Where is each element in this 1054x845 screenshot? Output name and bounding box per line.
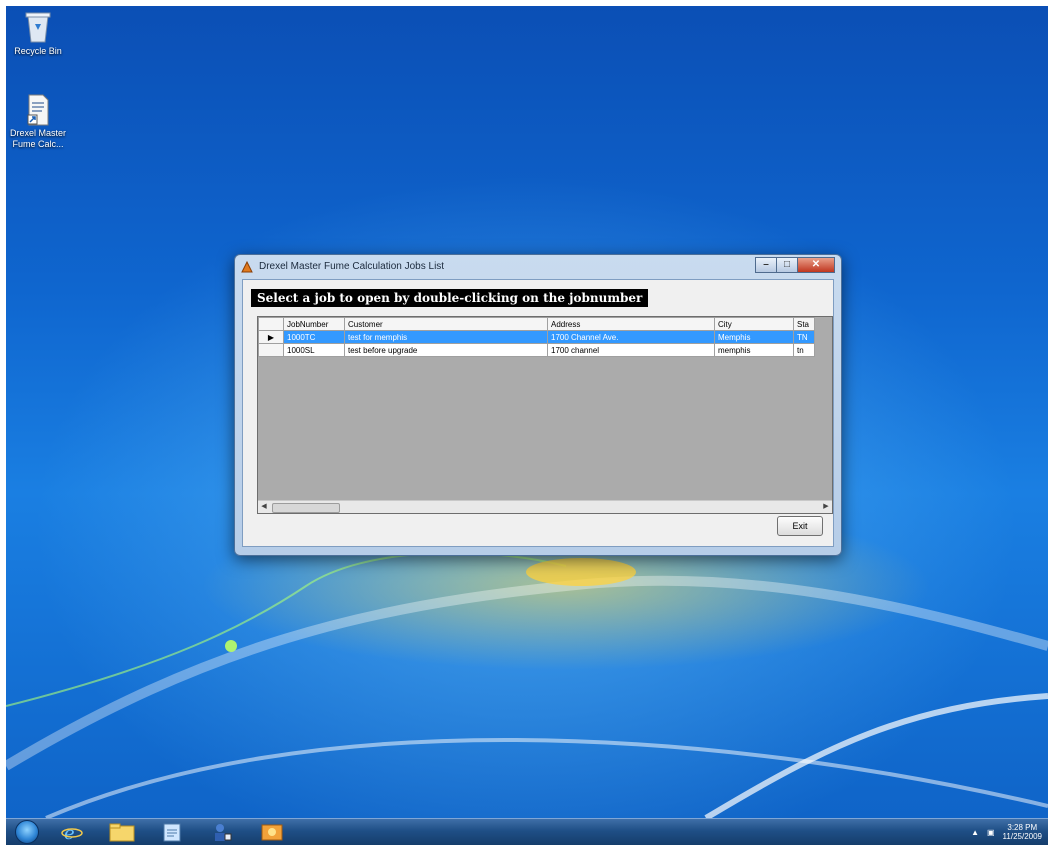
- row-selector-marker[interactable]: [258, 343, 284, 357]
- maximize-icon: □: [783, 259, 791, 270]
- taskbar-item-media[interactable]: [252, 821, 292, 843]
- scroll-right-icon[interactable]: ▶: [820, 501, 832, 513]
- clock[interactable]: 3:28 PM 11/25/2009: [1003, 823, 1042, 841]
- scroll-left-icon[interactable]: ◀: [258, 501, 270, 513]
- header-row: JobNumber Customer Address City Sta: [258, 317, 815, 331]
- clock-time: 3:28 PM: [1007, 823, 1038, 832]
- caption-buttons: – □ ✕: [755, 257, 835, 273]
- cell-address[interactable]: 1700 Channel Ave.: [547, 330, 715, 344]
- network-icon[interactable]: ▣: [987, 828, 995, 837]
- column-header-city[interactable]: City: [714, 317, 794, 331]
- system-tray: ▲ ▣ 3:28 PM 11/25/2009: [963, 821, 1042, 843]
- cell-jobnumber[interactable]: 1000SL: [283, 343, 345, 357]
- window-title: Drexel Master Fume Calculation Jobs List: [259, 261, 445, 272]
- recycle-bin-icon: [25, 12, 51, 43]
- clock-date: 11/25/2009: [1002, 832, 1042, 841]
- cell-state[interactable]: TN: [793, 330, 815, 344]
- maximize-button[interactable]: □: [776, 257, 798, 273]
- notepad-icon: [163, 823, 181, 842]
- column-header-customer[interactable]: Customer: [344, 317, 548, 331]
- close-button[interactable]: ✕: [797, 257, 835, 273]
- cell-city[interactable]: Memphis: [714, 330, 794, 344]
- taskbar-item-user-app[interactable]: [202, 821, 242, 843]
- taskbar: e ▲ ▣ 3:28 PM 11/25/2009: [6, 818, 1048, 845]
- scrollbar-thumb[interactable]: [272, 503, 340, 513]
- corner-header-cell[interactable]: [258, 317, 284, 331]
- shortcut-file-icon: [27, 94, 49, 126]
- jobs-data-grid[interactable]: JobNumber Customer Address City Sta ▶ 10…: [257, 316, 833, 514]
- svg-text:e: e: [64, 823, 75, 842]
- user-app-icon: [215, 824, 232, 841]
- show-hidden-icons-icon[interactable]: ▲: [971, 828, 979, 837]
- minimize-icon: –: [763, 259, 769, 270]
- cell-address[interactable]: 1700 channel: [547, 343, 715, 357]
- table-row[interactable]: 1000SL test before upgrade 1700 channel …: [258, 343, 815, 357]
- cell-customer[interactable]: test for memphis: [344, 330, 548, 344]
- start-orb-icon: [15, 820, 39, 844]
- horizontal-scrollbar[interactable]: ◀ ▶: [258, 500, 832, 513]
- internet-explorer-icon: e: [61, 823, 83, 842]
- column-header-address[interactable]: Address: [547, 317, 715, 331]
- desktop-icon-drexel-shortcut[interactable]: Drexel Master Fume Calc...: [6, 94, 70, 150]
- app-icon: [241, 261, 253, 273]
- desktop-icon-label: Recycle Bin: [14, 46, 62, 56]
- taskbar-item-internet-explorer[interactable]: e: [52, 821, 92, 843]
- desktop-icon-recycle-bin[interactable]: Recycle Bin: [6, 10, 70, 57]
- minimize-button[interactable]: –: [755, 257, 777, 273]
- column-header-jobnumber[interactable]: JobNumber: [283, 317, 345, 331]
- start-button[interactable]: [10, 820, 44, 844]
- cell-city[interactable]: memphis: [714, 343, 794, 357]
- cell-customer[interactable]: test before upgrade: [344, 343, 548, 357]
- desktop-icon-label: Drexel Master Fume Calc...: [9, 128, 66, 149]
- cell-jobnumber[interactable]: 1000TC: [283, 330, 345, 344]
- window-client-area: Select a job to open by double-clicking …: [242, 279, 834, 547]
- cell-state[interactable]: tn: [793, 343, 815, 357]
- title-bar[interactable]: Drexel Master Fume Calculation Jobs List…: [235, 255, 841, 279]
- table-row[interactable]: ▶ 1000TC test for memphis 1700 Channel A…: [258, 330, 815, 344]
- close-icon: ✕: [811, 259, 821, 270]
- row-selector-marker[interactable]: ▶: [258, 330, 284, 344]
- taskbar-item-file-explorer[interactable]: [102, 821, 142, 843]
- taskbar-item-notepad[interactable]: [152, 821, 192, 843]
- file-explorer-icon: [109, 823, 135, 842]
- media-icon: [261, 824, 283, 841]
- column-header-state[interactable]: Sta: [793, 317, 815, 331]
- instruction-label: Select a job to open by double-clicking …: [251, 289, 649, 307]
- jobs-table: JobNumber Customer Address City Sta ▶ 10…: [258, 317, 815, 357]
- exit-button[interactable]: Exit: [777, 516, 823, 536]
- jobs-list-window: Drexel Master Fume Calculation Jobs List…: [234, 254, 842, 556]
